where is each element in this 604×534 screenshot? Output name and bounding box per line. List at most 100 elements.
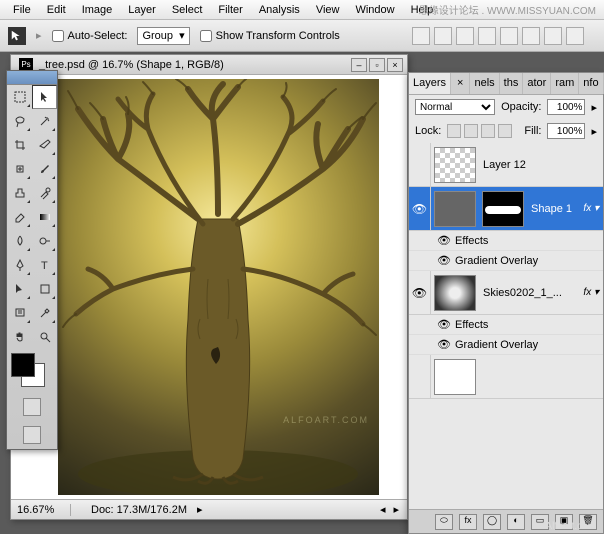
align-icon[interactable]: [544, 27, 562, 45]
layer-effect-row[interactable]: 👁 Gradient Overlay: [409, 251, 603, 271]
lock-position-icon[interactable]: [481, 124, 495, 138]
layer-thumbnail[interactable]: [434, 191, 476, 227]
screenmode-toggle[interactable]: [23, 426, 41, 444]
auto-select-checkbox[interactable]: Auto-Select:: [52, 30, 128, 42]
menu-view[interactable]: View: [309, 2, 347, 18]
tab-channels[interactable]: nels: [470, 73, 499, 94]
layer-effect-row[interactable]: 👁 Gradient Overlay: [409, 335, 603, 355]
show-transform-checkbox[interactable]: Show Transform Controls: [200, 30, 340, 42]
opacity-arrow-icon[interactable]: ▸: [591, 101, 597, 114]
statusbar-arrow-icon[interactable]: ▸: [197, 503, 203, 516]
opacity-input[interactable]: [547, 99, 585, 115]
visibility-toggle[interactable]: 👁: [437, 318, 455, 331]
layer-name[interactable]: Layer 12: [479, 159, 603, 171]
layer-row[interactable]: 👁 Skies0202_1_... fx ▾: [409, 271, 603, 315]
menu-layer[interactable]: Layer: [121, 2, 163, 18]
visibility-toggle[interactable]: 👁: [437, 338, 455, 351]
maximize-button[interactable]: ▫: [369, 58, 385, 72]
foreground-color[interactable]: [11, 353, 35, 377]
tab-close-icon[interactable]: ×: [451, 73, 470, 94]
tab-layers[interactable]: Layers: [409, 73, 451, 94]
fx-badge[interactable]: fx ▾: [583, 287, 603, 298]
move-tool[interactable]: [32, 85, 57, 109]
fill-arrow-icon[interactable]: ▸: [591, 125, 597, 138]
layer-name[interactable]: Shape 1: [527, 203, 583, 215]
layer-row[interactable]: 👁 Shape 1 fx ▾: [409, 187, 603, 231]
lock-all-icon[interactable]: [498, 124, 512, 138]
tab-info[interactable]: nfo: [579, 73, 603, 94]
move-tool-icon[interactable]: [8, 27, 26, 45]
layer-name[interactable]: Skies0202_1_...: [479, 287, 583, 299]
tab-paths[interactable]: ths: [500, 73, 524, 94]
layer-mask-icon[interactable]: ◯: [483, 514, 501, 530]
adjustment-layer-icon[interactable]: ◐: [507, 514, 525, 530]
tab-navigator[interactable]: ator: [523, 73, 551, 94]
menu-image[interactable]: Image: [75, 2, 120, 18]
brush-tool[interactable]: [32, 157, 57, 181]
layer-fx-icon[interactable]: fx: [459, 514, 477, 530]
layer-effect-row[interactable]: 👁 Effects: [409, 315, 603, 335]
visibility-toggle[interactable]: 👁: [437, 234, 455, 247]
pen-tool[interactable]: [7, 253, 32, 277]
close-button[interactable]: ×: [387, 58, 403, 72]
menu-window[interactable]: Window: [348, 2, 401, 18]
hand-tool[interactable]: [7, 325, 32, 349]
fx-badge[interactable]: fx ▾: [583, 203, 603, 214]
wand-tool[interactable]: [32, 109, 57, 133]
tab-histogram[interactable]: ram: [551, 73, 579, 94]
lock-transparency-icon[interactable]: [447, 124, 461, 138]
gradient-tool[interactable]: [32, 205, 57, 229]
crop-tool[interactable]: [7, 133, 32, 157]
lasso-tool[interactable]: [7, 109, 32, 133]
visibility-toggle[interactable]: 👁: [409, 187, 431, 230]
type-tool[interactable]: T: [32, 253, 57, 277]
minimize-button[interactable]: –: [351, 58, 367, 72]
lock-pixels-icon[interactable]: [464, 124, 478, 138]
menu-file[interactable]: File: [6, 2, 38, 18]
history-brush-tool[interactable]: [32, 181, 57, 205]
document-titlebar[interactable]: Ps _tree.psd @ 16.7% (Shape 1, RGB/8) – …: [11, 55, 407, 75]
toolbox-header[interactable]: [7, 71, 57, 85]
visibility-toggle[interactable]: [409, 355, 431, 398]
layer-thumbnail[interactable]: [434, 147, 476, 183]
scroll-left-icon[interactable]: ◂: [380, 503, 394, 516]
notes-tool[interactable]: [7, 301, 32, 325]
dodge-tool[interactable]: [32, 229, 57, 253]
blend-mode-dropdown[interactable]: Normal: [415, 99, 495, 115]
document-size-info[interactable]: Doc: 17.3M/176.2M: [71, 504, 187, 516]
shape-tool[interactable]: [32, 277, 57, 301]
align-icon[interactable]: [412, 27, 430, 45]
align-icon[interactable]: [566, 27, 584, 45]
zoom-level[interactable]: 16.67%: [11, 504, 71, 516]
layer-row[interactable]: [409, 355, 603, 399]
scroll-right-icon[interactable]: ▸: [393, 503, 407, 516]
eraser-tool[interactable]: [7, 205, 32, 229]
layer-thumbnail[interactable]: [434, 275, 476, 311]
visibility-toggle[interactable]: [409, 143, 431, 186]
align-icon[interactable]: [522, 27, 540, 45]
eyedropper-tool[interactable]: [32, 301, 57, 325]
align-icon[interactable]: [478, 27, 496, 45]
menu-filter[interactable]: Filter: [211, 2, 249, 18]
menu-analysis[interactable]: Analysis: [252, 2, 307, 18]
slice-tool[interactable]: [32, 133, 57, 157]
align-icon[interactable]: [500, 27, 518, 45]
document-canvas[interactable]: ALFOART.COM: [58, 79, 379, 495]
layer-mask-thumbnail[interactable]: [482, 191, 524, 227]
visibility-toggle[interactable]: 👁: [437, 254, 455, 267]
path-select-tool[interactable]: [7, 277, 32, 301]
layer-row[interactable]: Layer 12: [409, 143, 603, 187]
layer-effect-row[interactable]: 👁 Effects: [409, 231, 603, 251]
auto-select-target-dropdown[interactable]: Group ▾: [137, 27, 189, 45]
menu-select[interactable]: Select: [165, 2, 210, 18]
heal-tool[interactable]: [7, 157, 32, 181]
menu-edit[interactable]: Edit: [40, 2, 73, 18]
stamp-tool[interactable]: [7, 181, 32, 205]
quickmask-toggle[interactable]: [23, 398, 41, 416]
marquee-tool[interactable]: [7, 85, 32, 109]
blur-tool[interactable]: [7, 229, 32, 253]
fill-input[interactable]: [547, 123, 585, 139]
align-icon[interactable]: [434, 27, 452, 45]
link-layers-icon[interactable]: ⬭: [435, 514, 453, 530]
align-icon[interactable]: [456, 27, 474, 45]
